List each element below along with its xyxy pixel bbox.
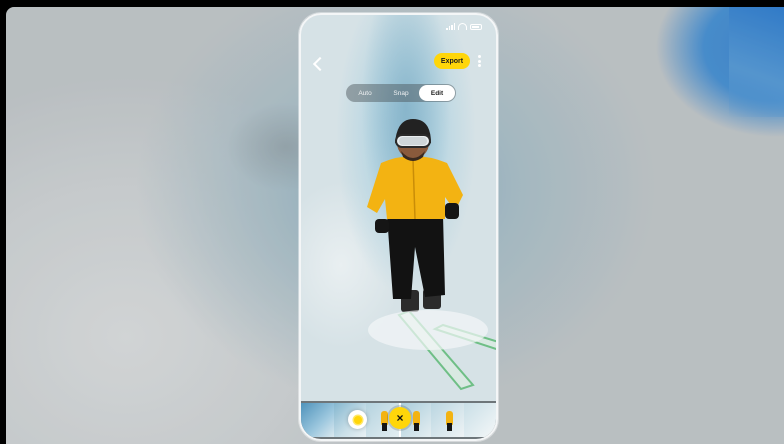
tab-snap[interactable]: Snap [383, 85, 419, 101]
export-button[interactable]: Export [434, 53, 470, 69]
timeline-thumbnail[interactable] [463, 403, 496, 437]
mode-switcher: Auto Snap Edit [346, 84, 456, 102]
skier-video-frame [367, 119, 496, 391]
more-options-icon[interactable] [478, 55, 481, 67]
tab-auto[interactable]: Auto [347, 85, 383, 101]
status-icons [446, 23, 482, 30]
phone-screen: Export Auto Snap Edit × [299, 13, 498, 441]
tab-edit[interactable]: Edit [419, 85, 455, 101]
timeline-thumbnail[interactable] [431, 403, 464, 437]
wifi-icon [458, 23, 467, 30]
back-icon[interactable] [312, 56, 328, 72]
cut-button[interactable]: × [389, 407, 411, 429]
status-bar [301, 23, 496, 37]
sun-icon[interactable] [348, 410, 367, 429]
signal-icon [446, 23, 455, 30]
clip-timeline[interactable]: × [301, 401, 496, 439]
battery-icon [470, 23, 482, 30]
timeline-thumbnail[interactable] [301, 403, 334, 437]
